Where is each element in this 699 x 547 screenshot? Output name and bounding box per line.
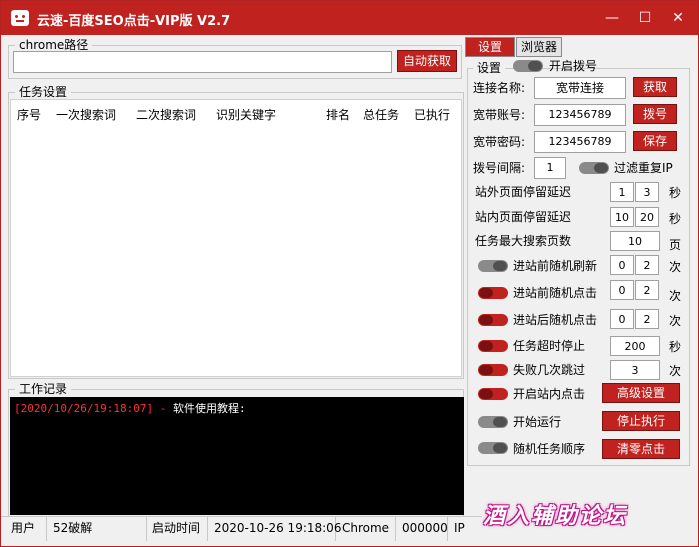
pre-refresh-min-input[interactable]: 0 (610, 255, 634, 275)
advanced-settings-button[interactable]: 高级设置 (602, 383, 680, 403)
status-code: 000000 (398, 517, 448, 541)
log-timestamp: [2020/10/26/19:18:07] (14, 402, 154, 415)
save-button[interactable]: 保存 (633, 131, 677, 151)
task-settings-group-label: 任务设置 (15, 85, 72, 99)
random-order-toggle[interactable] (478, 442, 508, 454)
chrome-path-input[interactable] (13, 51, 392, 73)
forum-watermark: 酒入辅助论坛 (483, 503, 628, 529)
max-pages-input[interactable]: 10 (610, 231, 660, 251)
outside-delay-unit: 秒 (669, 186, 682, 200)
fail-skip-unit: 次 (669, 364, 682, 378)
max-pages-label: 任务最大搜索页数 (475, 234, 572, 248)
pre-refresh-unit: 次 (669, 260, 682, 274)
column-header-executed[interactable]: 已执行 (414, 106, 450, 123)
pre-click-unit: 次 (669, 289, 682, 303)
post-click-min-input[interactable]: 0 (610, 309, 634, 329)
pre-click-max-input[interactable]: 2 (635, 280, 659, 300)
tab-browser[interactable]: 浏览器 (516, 37, 562, 57)
timeout-input[interactable]: 200 (610, 336, 660, 356)
log-message: 软件使用教程: (172, 402, 246, 415)
pre-click-toggle[interactable] (478, 287, 508, 299)
max-pages-unit: 页 (669, 238, 682, 252)
status-browser: Chrome (338, 517, 396, 541)
start-run-label: 开始运行 (513, 415, 562, 429)
settings-group-label: 设置 (473, 61, 506, 75)
dial-button[interactable]: 拨号 (633, 104, 677, 124)
column-header-secondary-keyword[interactable]: 二次搜索词 (136, 106, 196, 123)
random-order-label: 随机任务顺序 (513, 442, 586, 456)
maximize-button[interactable]: ☐ (634, 7, 656, 29)
pre-refresh-max-input[interactable]: 2 (635, 255, 659, 275)
pre-refresh-toggle[interactable] (478, 260, 508, 272)
fetch-button[interactable]: 获取 (633, 77, 677, 97)
timeout-label: 任务超时停止 (513, 339, 586, 353)
conn-name-input[interactable]: 宽带连接 (534, 77, 626, 99)
chrome-path-group-label: chrome路径 (15, 38, 93, 52)
stop-execution-button[interactable]: 停止执行 (602, 411, 680, 431)
inside-delay-min-input[interactable]: 10 (610, 207, 634, 227)
start-run-toggle[interactable] (478, 416, 508, 428)
work-log-console[interactable]: [2020/10/26/19:18:07] - 软件使用教程: (10, 397, 464, 515)
inside-delay-unit: 秒 (669, 212, 682, 226)
column-header-total-tasks[interactable]: 总任务 (363, 106, 399, 123)
inside-delay-max-input[interactable]: 20 (635, 207, 659, 227)
column-header-index[interactable]: 序号 (17, 106, 41, 123)
status-start-value: 2020-10-26 19:18:06 (210, 517, 341, 541)
status-start-label: 启动时间 (148, 517, 208, 541)
timeout-toggle[interactable] (478, 340, 508, 352)
outside-delay-min-input[interactable]: 1 (610, 182, 634, 202)
log-line: [2020/10/26/19:18:07] - 软件使用教程: (14, 400, 246, 416)
column-header-identify-keyword[interactable]: 识别关键字 (216, 106, 276, 123)
post-click-max-input[interactable]: 2 (635, 309, 659, 329)
window-title: 云速-百度SEO点击-VIP版 V2.7 (37, 14, 231, 29)
minimize-button[interactable]: — (601, 7, 623, 29)
conn-name-label: 连接名称: (473, 81, 526, 95)
filter-ip-toggle[interactable] (579, 162, 609, 174)
inner-click-label: 开启站内点击 (513, 387, 586, 401)
timeout-unit: 秒 (669, 340, 682, 354)
post-click-unit: 次 (669, 314, 682, 328)
status-bar: 用户 52破解 启动时间 2020-10-26 19:18:06 Chrome … (1, 516, 482, 542)
status-ip-label: IP (454, 521, 465, 535)
inner-click-toggle[interactable] (478, 388, 508, 400)
task-table[interactable]: 序号 一次搜索词 二次搜索词 识别关键字 排名 总任务 已执行 (10, 99, 462, 377)
work-log-group-label: 工作记录 (15, 382, 72, 396)
interval-label: 拨号间隔: (473, 161, 526, 175)
outside-delay-label: 站外页面停留延迟 (475, 185, 572, 199)
close-button[interactable]: ✕ (667, 7, 689, 29)
password-input[interactable]: 123456789 (534, 131, 626, 153)
clear-clicks-button[interactable]: 清零点击 (602, 439, 680, 459)
dialup-toggle-label: 开启拨号 (549, 59, 598, 73)
dialup-toggle[interactable] (513, 60, 543, 72)
password-label: 宽带密码: (473, 135, 526, 149)
inside-delay-label: 站内页面停留延迟 (475, 210, 572, 224)
account-label: 宽带账号: (473, 108, 526, 122)
column-header-primary-keyword[interactable]: 一次搜索词 (56, 106, 116, 123)
fail-skip-input[interactable]: 3 (610, 360, 660, 380)
interval-input[interactable]: 1 (534, 157, 566, 179)
column-header-rank[interactable]: 排名 (326, 106, 350, 123)
status-user-label: 用户 (7, 517, 47, 541)
log-separator: - (153, 402, 173, 415)
pre-refresh-label: 进站前随机刷新 (513, 259, 598, 273)
post-click-toggle[interactable] (478, 314, 508, 326)
filter-ip-label: 过滤重复IP (614, 161, 673, 175)
tab-settings[interactable]: 设置 (465, 37, 515, 57)
outside-delay-max-input[interactable]: 3 (635, 182, 659, 202)
pre-click-min-input[interactable]: 0 (610, 280, 634, 300)
auto-detect-button[interactable]: 自动获取 (397, 50, 457, 72)
account-input[interactable]: 123456789 (534, 104, 626, 126)
app-logo-icon (11, 10, 29, 26)
fail-skip-label: 失败几次跳过 (513, 363, 586, 377)
title-bar[interactable]: 云速-百度SEO点击-VIP版 V2.7 — ☐ ✕ (1, 1, 698, 35)
pre-click-label: 进站前随机点击 (513, 286, 598, 300)
main-window: 云速-百度SEO点击-VIP版 V2.7 — ☐ ✕ chrome路径 自动获取… (0, 0, 699, 547)
status-user-value: 52破解 (49, 517, 147, 541)
post-click-label: 进站后随机点击 (513, 313, 598, 327)
fail-skip-toggle[interactable] (478, 364, 508, 376)
